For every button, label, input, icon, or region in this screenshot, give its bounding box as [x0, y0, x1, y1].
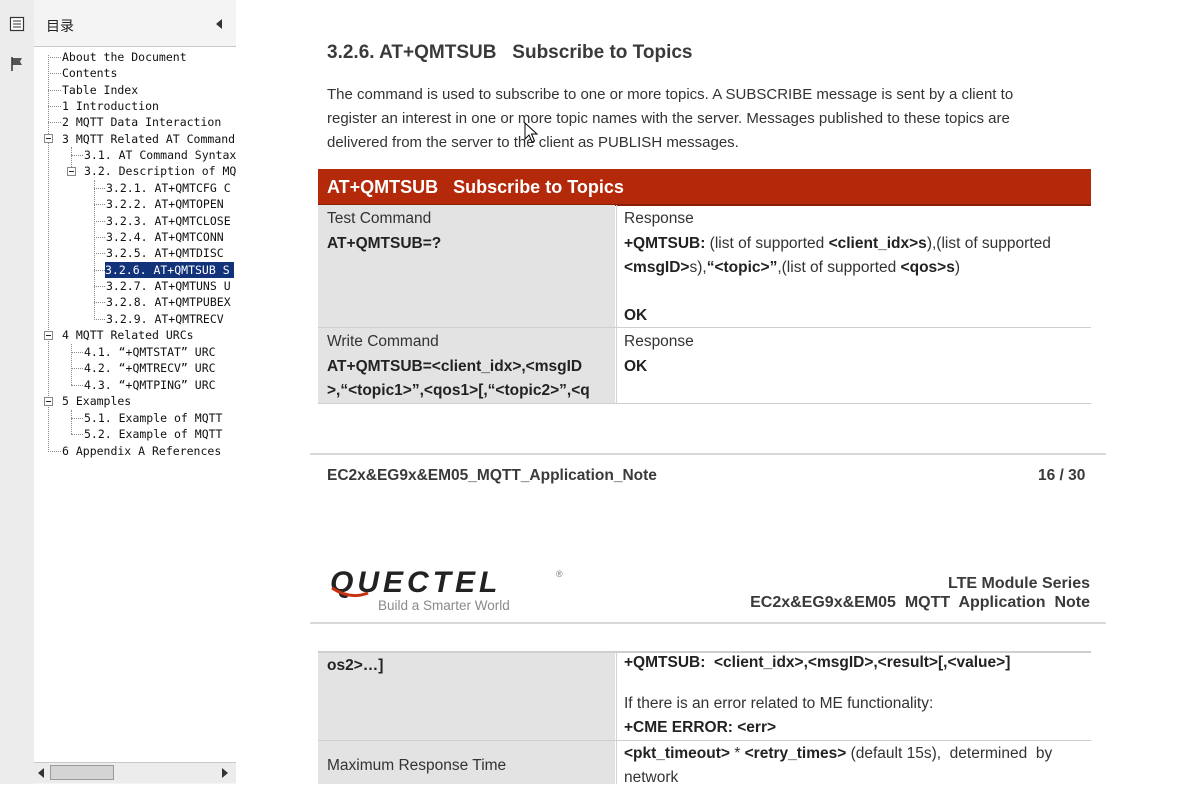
scroll-left-icon[interactable] — [38, 768, 44, 778]
max-response-time-label: Maximum Response Time — [327, 757, 507, 774]
scroll-right-icon[interactable] — [222, 768, 228, 778]
section-number: 3.2.6. — [327, 42, 375, 63]
footer-page-number: 16 / 30 — [1038, 467, 1086, 484]
outline-tree: About the Document Contents Table Index … — [34, 46, 236, 763]
outline-item[interactable]: 5.2. Example of MQTT — [84, 426, 222, 442]
test-command-label: Test Command — [327, 210, 432, 227]
outline-item[interactable]: 3.1. AT Command Syntax — [84, 147, 236, 163]
test-response-ok: OK — [624, 307, 648, 324]
outline-item[interactable]: 1 Introduction — [62, 98, 159, 114]
outline-item[interactable]: 3 MQTT Related AT Commands — [62, 131, 236, 147]
collapse-toggle-icon[interactable] — [44, 134, 53, 143]
outline-item[interactable]: 3.2.8. AT+QMTPUBEX — [106, 294, 231, 310]
collapse-toggle-icon[interactable] — [44, 397, 53, 406]
max-response-time-value: network — [624, 769, 679, 786]
outline-item[interactable]: 5 Examples — [62, 393, 131, 409]
table-header-title: AT+QMTSUB Subscribe to Topics — [327, 177, 624, 197]
outline-item[interactable]: 3.2.1. AT+QMTCFG C — [106, 180, 231, 196]
collapse-toggle-icon[interactable] — [44, 331, 53, 340]
mouse-cursor-icon — [524, 122, 538, 143]
outline-item[interactable]: About the Document — [62, 49, 187, 65]
section-title: AT+QMTSUB Subscribe to Topics — [379, 42, 693, 63]
outline-item[interactable]: 3.2.3. AT+QMTCLOSE — [106, 213, 231, 229]
outline-item[interactable]: 3.2.5. AT+QMTDISC — [106, 245, 224, 261]
outline-icon[interactable] — [9, 16, 25, 32]
outline-item[interactable]: 5.1. Example of MQTT — [84, 410, 222, 426]
series-subtitle: EC2x&EG9x&EM05 MQTT Application Note — [750, 594, 1090, 611]
outline-item[interactable]: 3.2.2. AT+QMTOPEN — [106, 196, 224, 212]
write-response-line: +QMTSUB: <client_idx>,<msgID>,<result>[,… — [624, 654, 1011, 671]
test-command-syntax: AT+QMTSUB=? — [327, 235, 442, 252]
outline-item[interactable]: 3.2.9. AT+QMTRECV — [106, 311, 224, 327]
document-view: 3.2.6. AT+QMTSUB Subscribe to Topics The… — [236, 0, 1181, 786]
outline-item[interactable]: 3.2.4. AT+QMTCONN — [106, 229, 224, 245]
outline-item[interactable]: 3.2. Description of MQTT — [84, 163, 236, 179]
bookmark-flag-icon[interactable] — [9, 56, 25, 72]
outline-item[interactable]: Contents — [62, 65, 117, 81]
collapse-toggle-icon[interactable] — [67, 167, 76, 176]
outline-item[interactable]: 2 MQTT Data Interaction — [62, 114, 221, 130]
max-response-time-value: <pkt_timeout> * <retry_times> (default 1… — [624, 745, 1053, 762]
intro-line: The command is used to subscribe to one … — [327, 86, 1014, 103]
response-label: Response — [624, 210, 694, 227]
outline-item[interactable]: 3.2.7. AT+QMTUNS U — [106, 278, 231, 294]
outline-title: 目录 — [46, 19, 74, 35]
quectel-logo: QUECTEL ® Build a Smarter World — [330, 567, 563, 613]
table-header-bar: AT+QMTSUB Subscribe to Topics — [318, 169, 1091, 206]
nav-icon-strip — [0, 0, 35, 784]
logo-swoosh-icon — [331, 586, 369, 598]
write-command-syntax: AT+QMTSUB=<client_idx>,<msgID — [327, 358, 583, 375]
outline-item[interactable]: 4.1. “+QMTSTAT” URC — [84, 344, 216, 360]
footer-document-name: EC2x&EG9x&EM05_MQTT_Application_Note — [327, 467, 657, 484]
response-label: Response — [624, 333, 694, 350]
outline-item[interactable]: 4.3. “+QMTPING” URC — [84, 377, 216, 393]
collapse-panel-icon[interactable] — [216, 19, 222, 29]
series-title: LTE Module Series — [948, 575, 1090, 592]
outline-item[interactable]: 4.2. “+QMTRECV” URC — [84, 360, 216, 376]
section-heading: 3.2.6. AT+QMTSUB Subscribe to Topics — [327, 42, 692, 64]
registered-mark-icon: ® — [556, 569, 563, 579]
outline-panel: 目录 About the Document Contents Table Ind… — [34, 0, 238, 784]
write-response-ok: OK — [624, 358, 648, 375]
write-response-line: If there is an error related to ME funct… — [624, 695, 934, 712]
write-command-label: Write Command — [327, 333, 439, 350]
outline-item[interactable]: 4 MQTT Related URCs — [62, 327, 194, 343]
test-response-line: +QMTSUB: (list of supported <client_idx>… — [624, 235, 1051, 252]
test-response-line: <msgID>s),“<topic>”,(list of supported <… — [624, 259, 960, 276]
scrollbar-thumb[interactable] — [50, 765, 114, 780]
outline-item[interactable]: Table Index — [62, 82, 138, 98]
write-command-syntax-cont: os2>…] — [327, 657, 384, 674]
outline-item-selected[interactable]: 3.2.6. AT+QMTSUB S — [105, 262, 234, 278]
write-response-line: +CME ERROR: <err> — [624, 719, 777, 736]
outline-header: 目录 — [34, 0, 236, 46]
intro-line: register an interest in one or more topi… — [327, 110, 1010, 127]
horizontal-scrollbar[interactable] — [34, 762, 236, 783]
outline-item[interactable]: 6 Appendix A References — [62, 443, 221, 459]
write-command-syntax: >,“<topic1>”,<qos1>[,“<topic2>”,<q — [327, 382, 590, 399]
logo-tagline: Build a Smarter World — [378, 598, 510, 613]
